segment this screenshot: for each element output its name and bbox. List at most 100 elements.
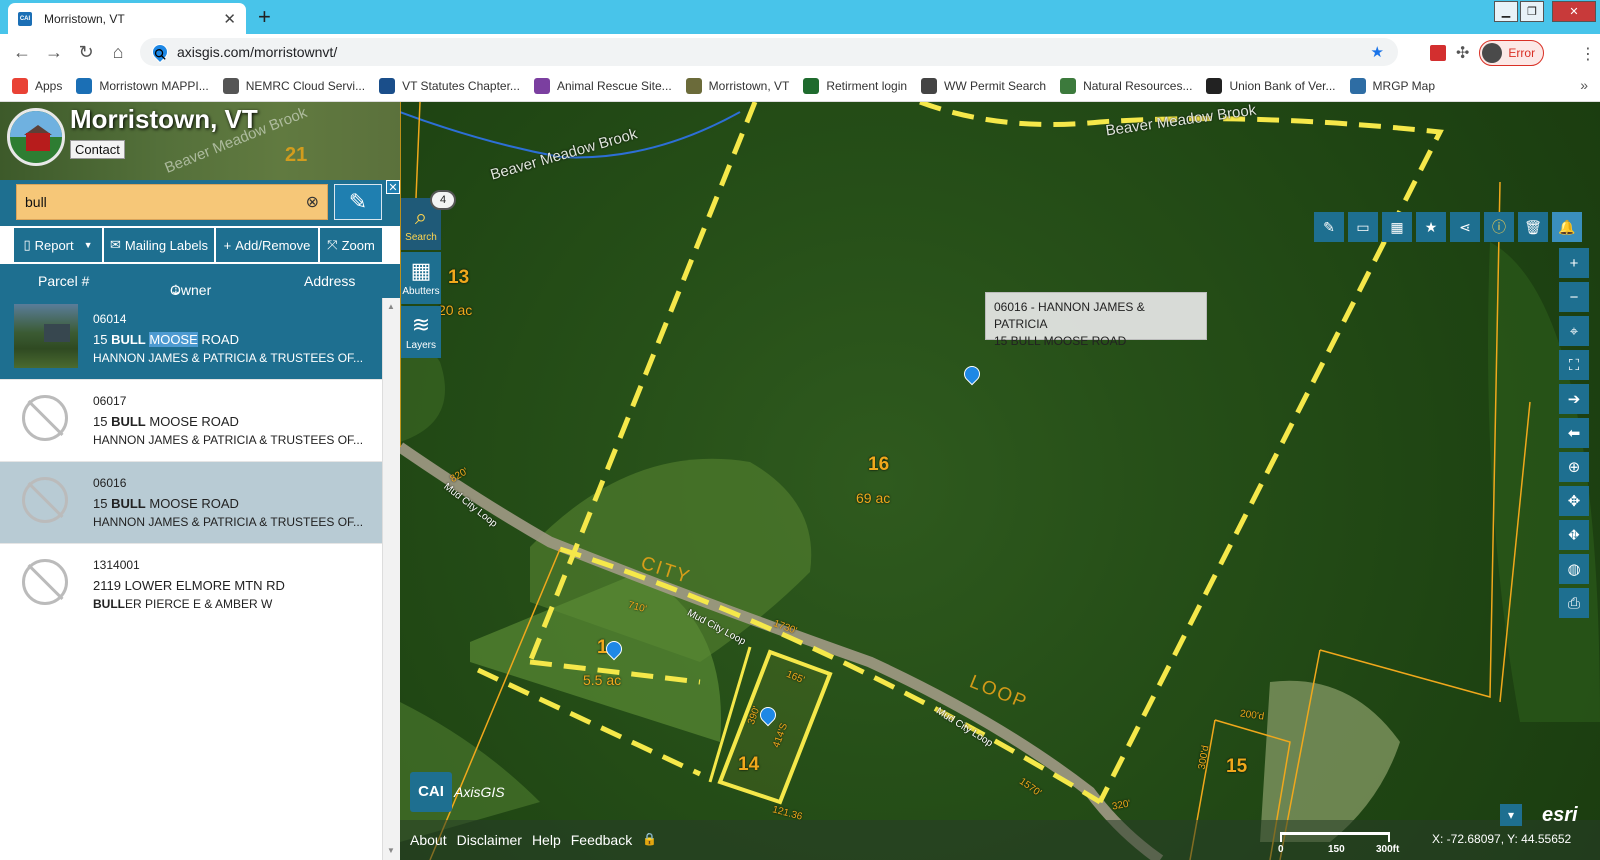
add-remove-button[interactable]: + Add/Remove — [216, 228, 318, 262]
restore-window-button[interactable]: ❐ — [1520, 1, 1544, 22]
bookmark-item[interactable]: MRGP Map — [1349, 77, 1435, 94]
parcel-label-13: 13 — [448, 267, 470, 288]
pdf-extension-icon[interactable] — [1430, 45, 1446, 61]
expand-chevron-icon[interactable]: ▾ — [1500, 804, 1522, 826]
draw-pencil-icon[interactable]: ✎ — [1314, 212, 1344, 242]
parcel-label-16: 16 — [868, 454, 890, 475]
close-window-button[interactable]: ✕ — [1552, 1, 1596, 22]
bookmark-item[interactable]: Apps — [12, 77, 62, 94]
layers-tool-button[interactable]: ≋ Layers — [401, 306, 441, 358]
basemap-globe-icon[interactable]: ◍ — [1559, 554, 1589, 584]
bookmark-item[interactable]: WW Permit Search — [921, 77, 1046, 94]
bookmark-item[interactable]: Morristown, VT — [685, 77, 789, 94]
share-icon[interactable]: ⋖ — [1450, 212, 1480, 242]
scale-bar — [1280, 832, 1390, 842]
feedback-link[interactable]: Feedback — [571, 832, 632, 848]
mailing-labels-button[interactable]: ✉ Mailing Labels — [104, 228, 214, 262]
extensions-puzzle-icon[interactable]: ✣ — [1456, 43, 1469, 63]
result-row[interactable]: 06017 15 BULL MOOSE ROAD HANNON JAMES & … — [0, 380, 382, 462]
locate-icon[interactable]: ⌖ — [1559, 316, 1589, 346]
zoom-in-icon[interactable]: + — [1559, 248, 1589, 278]
address-bar-row: ← → ↻ ⌂ 🔒 axisgis.com/morristownvt/ ⚲ ★ … — [0, 34, 1600, 70]
info-icon[interactable]: ⓘ — [1484, 212, 1514, 242]
results-column-header: Parcel # Owner ⇣ Address — [0, 264, 400, 298]
grid-view-icon[interactable]: ▦ — [1382, 212, 1412, 242]
cai-axisgis-logo: CAI AxisGIS — [410, 770, 510, 814]
bookmark-star-icon[interactable]: ★ — [1371, 43, 1384, 61]
print-icon[interactable]: ⎙ — [1559, 588, 1589, 618]
extensions-area: ✣ Error — [1430, 40, 1545, 66]
lock-icon[interactable]: 🔒 — [642, 832, 657, 848]
url-text[interactable]: axisgis.com/morristownvt/ — [177, 44, 1371, 60]
new-tab-button[interactable]: + — [258, 4, 271, 30]
abutters-grid-icon: ▦ — [410, 258, 432, 283]
contact-button[interactable]: Contact — [70, 140, 125, 159]
edit-search-button[interactable]: ✎ — [334, 184, 382, 220]
profile-button[interactable]: Error — [1479, 40, 1545, 66]
map-nav-toolbar: + − ⌖ ⛶ ➔ ⬅ ⊕ ✥ ⛖ ◍ ⎙ — [1559, 248, 1589, 618]
more-bookmarks-icon[interactable]: » — [1580, 77, 1588, 93]
site-favicon-icon: CAI — [18, 11, 32, 26]
acreage-label-1: 5.5 ac — [583, 672, 622, 688]
bookmark-item[interactable]: Union Bank of Ver... — [1206, 77, 1336, 94]
abutters-tool-button[interactable]: ▦ Abutters — [401, 252, 441, 304]
no-photo-icon — [22, 559, 68, 605]
home-icon[interactable]: ⌂ — [102, 42, 134, 63]
zoom-out-icon[interactable]: − — [1559, 282, 1589, 312]
bookmark-item[interactable]: NEMRC Cloud Servi... — [222, 77, 365, 94]
tab-title: Morristown, VT — [44, 11, 125, 26]
result-row[interactable]: 1314001 2119 LOWER ELMORE MTN RD BULLER … — [0, 544, 382, 626]
coordinate-readout: X: -72.68097, Y: 44.55652 — [1432, 832, 1572, 846]
axisgis-app: Beaver Meadow Brook Beaver Meadow Brook … — [0, 102, 1600, 860]
reload-icon[interactable]: ↻ — [70, 42, 102, 63]
scroll-down-icon[interactable]: ▼ — [387, 846, 395, 855]
column-address[interactable]: Address — [304, 273, 355, 289]
favorite-star-icon[interactable]: ★ — [1416, 212, 1446, 242]
next-extent-icon[interactable]: ➔ — [1559, 384, 1589, 414]
minimize-window-button[interactable]: ▁ — [1494, 1, 1518, 22]
map-toolbar: ✎ ▭ ▦ ★ ⋖ ⓘ 🗑 🔔 — [1314, 212, 1582, 242]
bookmark-item[interactable]: Retirment login — [803, 77, 907, 94]
edit-icon: ✎ — [348, 189, 368, 214]
zoom-button[interactable]: ⤧ Zoom — [320, 228, 382, 262]
pan-icon[interactable]: ✥ — [1559, 486, 1589, 516]
clear-search-icon[interactable]: ⊗ — [306, 192, 319, 212]
bookmark-item[interactable]: VT Statutes Chapter... — [379, 77, 520, 94]
measure-ruler-icon[interactable]: ▭ — [1348, 212, 1378, 242]
about-link[interactable]: About — [410, 832, 447, 848]
parcel-label-14: 14 — [738, 754, 760, 775]
zoom-box-icon[interactable]: ⊕ — [1559, 452, 1589, 482]
search-box[interactable]: ⊗ — [16, 184, 328, 220]
column-parcel[interactable]: Parcel # — [38, 273, 89, 289]
report-button[interactable]: ▯ Report ▼ — [14, 228, 102, 262]
omnibox[interactable]: 🔒 axisgis.com/morristownvt/ ⚲ ★ — [140, 38, 1398, 66]
search-input[interactable] — [25, 194, 306, 210]
parcel-tooltip: 06016 - HANNON JAMES & PATRICIA 15 BULL … — [985, 292, 1207, 348]
bookmark-item[interactable]: Animal Rescue Site... — [533, 77, 672, 94]
search-panel: Beaver Meadow Brook 21 Morristown, VT Co… — [0, 102, 400, 860]
result-row[interactable]: 06016 15 BULL MOOSE ROAD HANNON JAMES & … — [0, 462, 382, 544]
trash-icon[interactable]: 🗑 — [1518, 212, 1548, 242]
scroll-up-icon[interactable]: ▲ — [387, 302, 395, 311]
profile-status-label: Error — [1508, 46, 1536, 60]
bookmark-favicon-icon — [1206, 77, 1223, 94]
full-extent-icon[interactable]: ⛶ — [1559, 350, 1589, 380]
bookmark-favicon-icon — [12, 77, 28, 94]
browser-menu-icon[interactable]: ⋮ — [1580, 44, 1596, 64]
disclaimer-link[interactable]: Disclaimer — [457, 832, 522, 848]
bookmark-item[interactable]: Morristown MAPPI... — [76, 77, 209, 94]
results-scrollbar[interactable]: ▲ ▼ — [382, 298, 400, 860]
close-panel-icon[interactable]: ✕ — [386, 180, 400, 194]
document-icon: ▯ — [23, 237, 31, 252]
previous-extent-icon[interactable]: ⬅ — [1559, 418, 1589, 448]
close-tab-icon[interactable]: ✕ — [223, 10, 236, 28]
result-row[interactable]: 06014 15 BULL MOOSE ROAD HANNON JAMES & … — [0, 298, 382, 380]
forward-icon[interactable]: → — [38, 42, 70, 63]
notification-icon[interactable]: 🔔 — [1552, 212, 1582, 242]
help-link[interactable]: Help — [532, 832, 561, 848]
search-row: ⊗ ✎ ✕ — [0, 180, 400, 226]
back-icon[interactable]: ← — [6, 42, 38, 63]
browser-tab[interactable]: CAI Morristown, VT ✕ — [8, 3, 246, 34]
bookmark-item[interactable]: Natural Resources... — [1060, 77, 1192, 94]
road-icon[interactable]: ⛖ — [1559, 520, 1589, 550]
